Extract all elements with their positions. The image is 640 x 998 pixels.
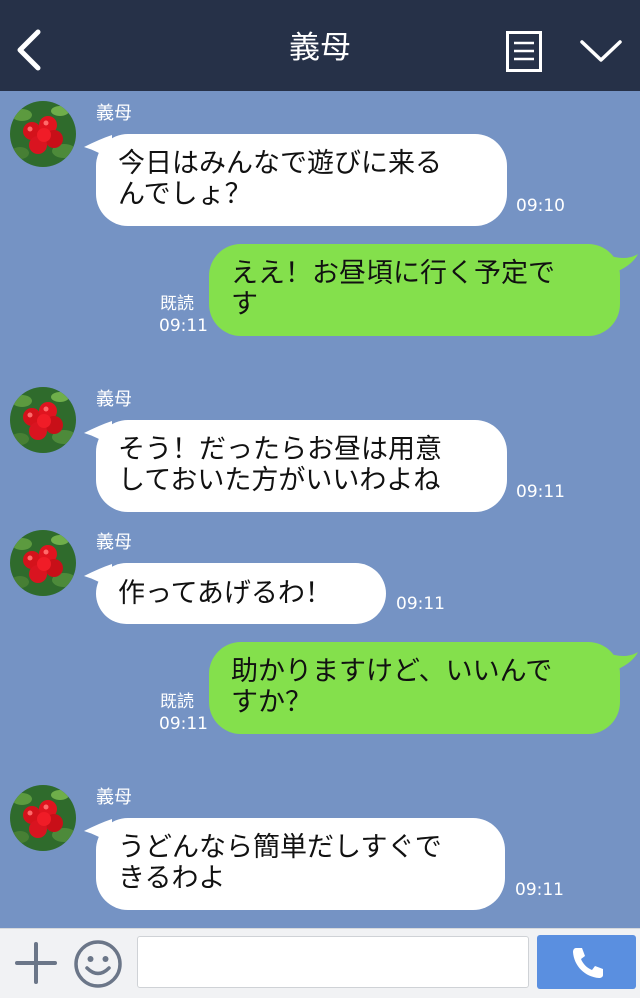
- incoming-message-bubble[interactable]: 今日はみんなで遊びに来る んでしょ？: [96, 134, 507, 226]
- contact-avatar[interactable]: [10, 101, 76, 167]
- outgoing-message-bubble[interactable]: ええ！お昼頃に行く予定で す: [209, 244, 620, 336]
- contact-avatar[interactable]: [10, 530, 76, 596]
- message-time: 09:11: [516, 482, 565, 502]
- message-input[interactable]: [137, 936, 529, 988]
- phone-icon: [573, 948, 603, 978]
- avatar-image: [10, 530, 76, 596]
- message-time: 09:11: [396, 594, 445, 614]
- bubble-tail: [605, 254, 638, 276]
- message-time: 09:11: [515, 880, 564, 900]
- avatar-image: [10, 101, 76, 167]
- incoming-message-bubble[interactable]: そう！だったらお昼は用意 しておいた方がいいわよね: [96, 420, 507, 512]
- smiley-icon: [74, 940, 122, 988]
- menu-button[interactable]: [506, 31, 542, 72]
- incoming-message-bubble[interactable]: 作ってあげるわ！: [96, 563, 386, 624]
- chevron-down-icon: [580, 40, 622, 62]
- sender-name: 義母: [96, 103, 132, 124]
- message-composer: [0, 928, 640, 998]
- call-button[interactable]: [537, 935, 636, 989]
- chat-header: 義母: [0, 0, 640, 91]
- chat-title: 義母: [289, 30, 351, 66]
- message-time: 09:11: [159, 316, 208, 336]
- contact-avatar[interactable]: [10, 387, 76, 453]
- message-time: 09:11: [159, 714, 208, 734]
- note-menu-icon: [506, 31, 542, 72]
- incoming-message-bubble[interactable]: うどんなら簡単だしすぐで きるわよ: [96, 818, 505, 910]
- contact-avatar[interactable]: [10, 785, 76, 851]
- avatar-image: [10, 387, 76, 453]
- message-time: 09:10: [516, 196, 565, 216]
- avatar-image: [10, 785, 76, 851]
- bubble-tail: [605, 652, 638, 674]
- sender-name: 義母: [96, 787, 132, 808]
- emoji-button[interactable]: [73, 939, 123, 989]
- sender-name: 義母: [96, 389, 132, 410]
- plus-icon: [15, 942, 57, 984]
- outgoing-message-bubble[interactable]: 助かりますけど、いいんで すか？: [209, 642, 620, 734]
- read-receipt: 既読: [160, 692, 194, 712]
- sender-name: 義母: [96, 532, 132, 553]
- add-button[interactable]: [14, 941, 58, 985]
- collapse-button[interactable]: [578, 36, 624, 66]
- read-receipt: 既読: [160, 294, 194, 314]
